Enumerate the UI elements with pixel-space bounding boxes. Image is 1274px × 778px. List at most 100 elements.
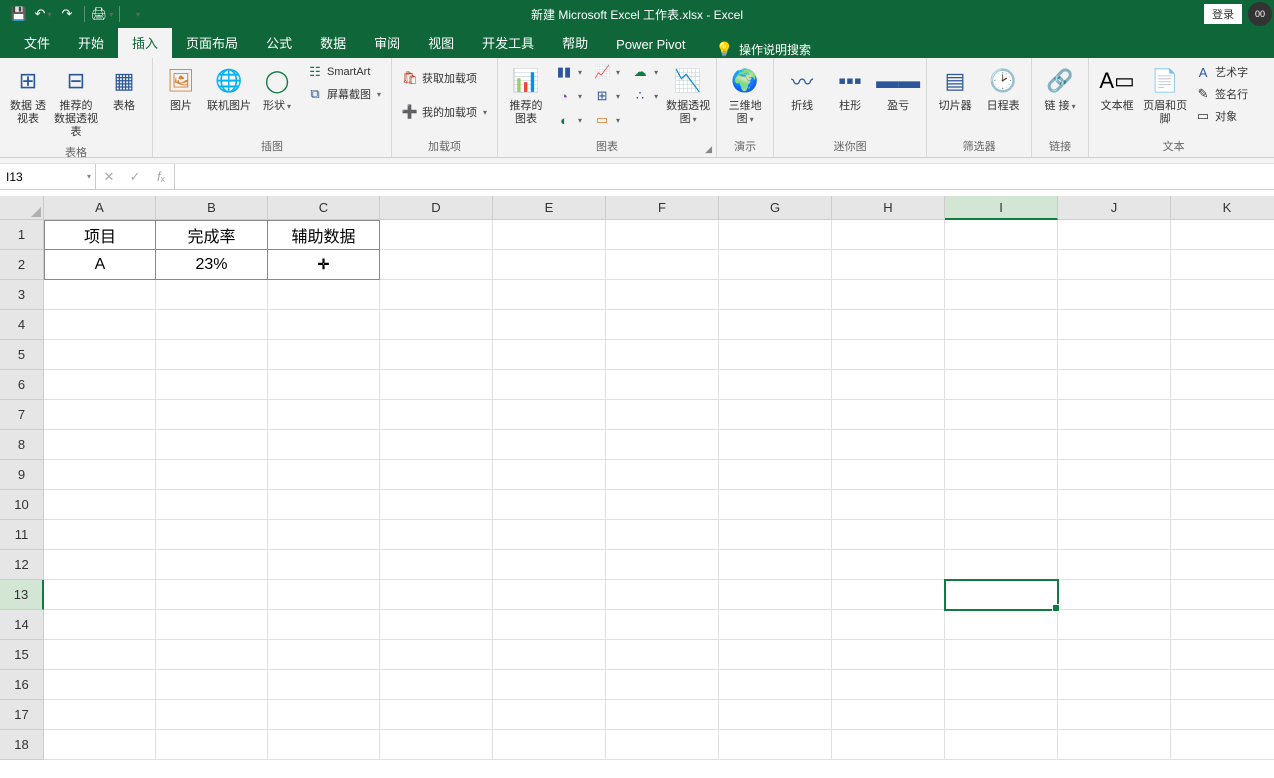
cell[interactable]: [945, 610, 1058, 640]
cell[interactable]: [832, 670, 945, 700]
cell[interactable]: [268, 280, 380, 310]
row-header[interactable]: 13: [0, 580, 44, 610]
cell[interactable]: [493, 730, 606, 760]
redo-button[interactable]: ↷: [56, 3, 78, 25]
cell[interactable]: [719, 310, 832, 340]
cell[interactable]: [380, 310, 493, 340]
cell[interactable]: [380, 640, 493, 670]
cell[interactable]: [832, 280, 945, 310]
cell[interactable]: [1058, 400, 1171, 430]
cell[interactable]: [44, 460, 156, 490]
cell[interactable]: [1171, 460, 1274, 490]
cell[interactable]: [268, 670, 380, 700]
cell[interactable]: [719, 370, 832, 400]
row-header[interactable]: 6: [0, 370, 44, 400]
cell[interactable]: [44, 550, 156, 580]
cell[interactable]: [1171, 700, 1274, 730]
cell[interactable]: [832, 550, 945, 580]
cell[interactable]: [1058, 460, 1171, 490]
cell[interactable]: [945, 550, 1058, 580]
cell[interactable]: [156, 700, 268, 730]
cell[interactable]: [268, 640, 380, 670]
cell[interactable]: [832, 430, 945, 460]
login-button[interactable]: 登录: [1204, 4, 1242, 24]
cell[interactable]: [606, 340, 719, 370]
cell[interactable]: [493, 430, 606, 460]
cell[interactable]: [493, 490, 606, 520]
cell[interactable]: [493, 310, 606, 340]
cell[interactable]: [832, 610, 945, 640]
cell[interactable]: [719, 400, 832, 430]
cell[interactable]: [719, 430, 832, 460]
cell[interactable]: [268, 340, 380, 370]
cell[interactable]: [44, 280, 156, 310]
cell[interactable]: [606, 280, 719, 310]
pictures-button[interactable]: 🖼 图片: [159, 62, 203, 113]
cell[interactable]: [268, 460, 380, 490]
tab-developer[interactable]: 开发工具: [468, 27, 548, 58]
cell[interactable]: [380, 670, 493, 700]
get-addins-button[interactable]: 🛍获取加载项: [398, 68, 491, 88]
shapes-button[interactable]: ◯ 形状▾: [255, 62, 299, 113]
cell[interactable]: [606, 700, 719, 730]
cell[interactable]: [606, 250, 719, 280]
tab-formulas[interactable]: 公式: [252, 27, 306, 58]
cell[interactable]: [945, 400, 1058, 430]
sparkline-winloss-button[interactable]: ▬▬ 盈亏: [876, 62, 920, 113]
screenshot-button[interactable]: ⧉屏幕截图▾: [303, 84, 385, 104]
line-chart-button[interactable]: 📈▾: [590, 62, 624, 82]
row-header[interactable]: 9: [0, 460, 44, 490]
cell[interactable]: [493, 670, 606, 700]
cell[interactable]: [156, 490, 268, 520]
cell[interactable]: [493, 640, 606, 670]
cell[interactable]: [1171, 640, 1274, 670]
row-header[interactable]: 12: [0, 550, 44, 580]
cell[interactable]: [1058, 370, 1171, 400]
tab-review[interactable]: 审阅: [360, 27, 414, 58]
cell[interactable]: [945, 340, 1058, 370]
row-header[interactable]: 16: [0, 670, 44, 700]
cell[interactable]: [606, 730, 719, 760]
cell[interactable]: [1171, 340, 1274, 370]
cell[interactable]: [945, 430, 1058, 460]
cell[interactable]: 项目: [44, 220, 156, 250]
tab-help[interactable]: 帮助: [548, 27, 602, 58]
cell[interactable]: [380, 250, 493, 280]
table-button[interactable]: ▦ 表格: [102, 62, 146, 113]
cell[interactable]: [719, 250, 832, 280]
hierarchy-chart-button[interactable]: ◔▾: [552, 86, 586, 106]
column-header[interactable]: E: [493, 196, 606, 220]
cell[interactable]: [1058, 250, 1171, 280]
row-header[interactable]: 5: [0, 340, 44, 370]
cell[interactable]: [44, 340, 156, 370]
cell[interactable]: [44, 700, 156, 730]
cell[interactable]: [156, 550, 268, 580]
cell[interactable]: [493, 610, 606, 640]
column-header[interactable]: D: [380, 196, 493, 220]
cell[interactable]: [1171, 490, 1274, 520]
textbox-button[interactable]: A▭ 文本框: [1095, 62, 1139, 113]
cell[interactable]: [832, 640, 945, 670]
cell[interactable]: [832, 520, 945, 550]
cell[interactable]: [832, 370, 945, 400]
cell[interactable]: [44, 400, 156, 430]
cell[interactable]: ✛: [268, 250, 380, 280]
cell[interactable]: [719, 700, 832, 730]
cell[interactable]: [44, 610, 156, 640]
name-box[interactable]: I13 ▾: [0, 164, 96, 189]
recommended-pivot-button[interactable]: ⊟ 推荐的 数据透视表: [54, 62, 98, 139]
cell[interactable]: [493, 370, 606, 400]
tab-insert[interactable]: 插入: [118, 27, 172, 58]
cell[interactable]: [1058, 670, 1171, 700]
row-header[interactable]: 8: [0, 430, 44, 460]
cell[interactable]: [44, 370, 156, 400]
cell[interactable]: [606, 640, 719, 670]
cell[interactable]: [606, 490, 719, 520]
cell[interactable]: [832, 250, 945, 280]
cell[interactable]: [493, 520, 606, 550]
cell[interactable]: [832, 220, 945, 250]
column-header[interactable]: C: [268, 196, 380, 220]
cell[interactable]: [832, 400, 945, 430]
pivot-table-button[interactable]: ⊞ 数据 透视表: [6, 62, 50, 126]
cell[interactable]: [719, 280, 832, 310]
